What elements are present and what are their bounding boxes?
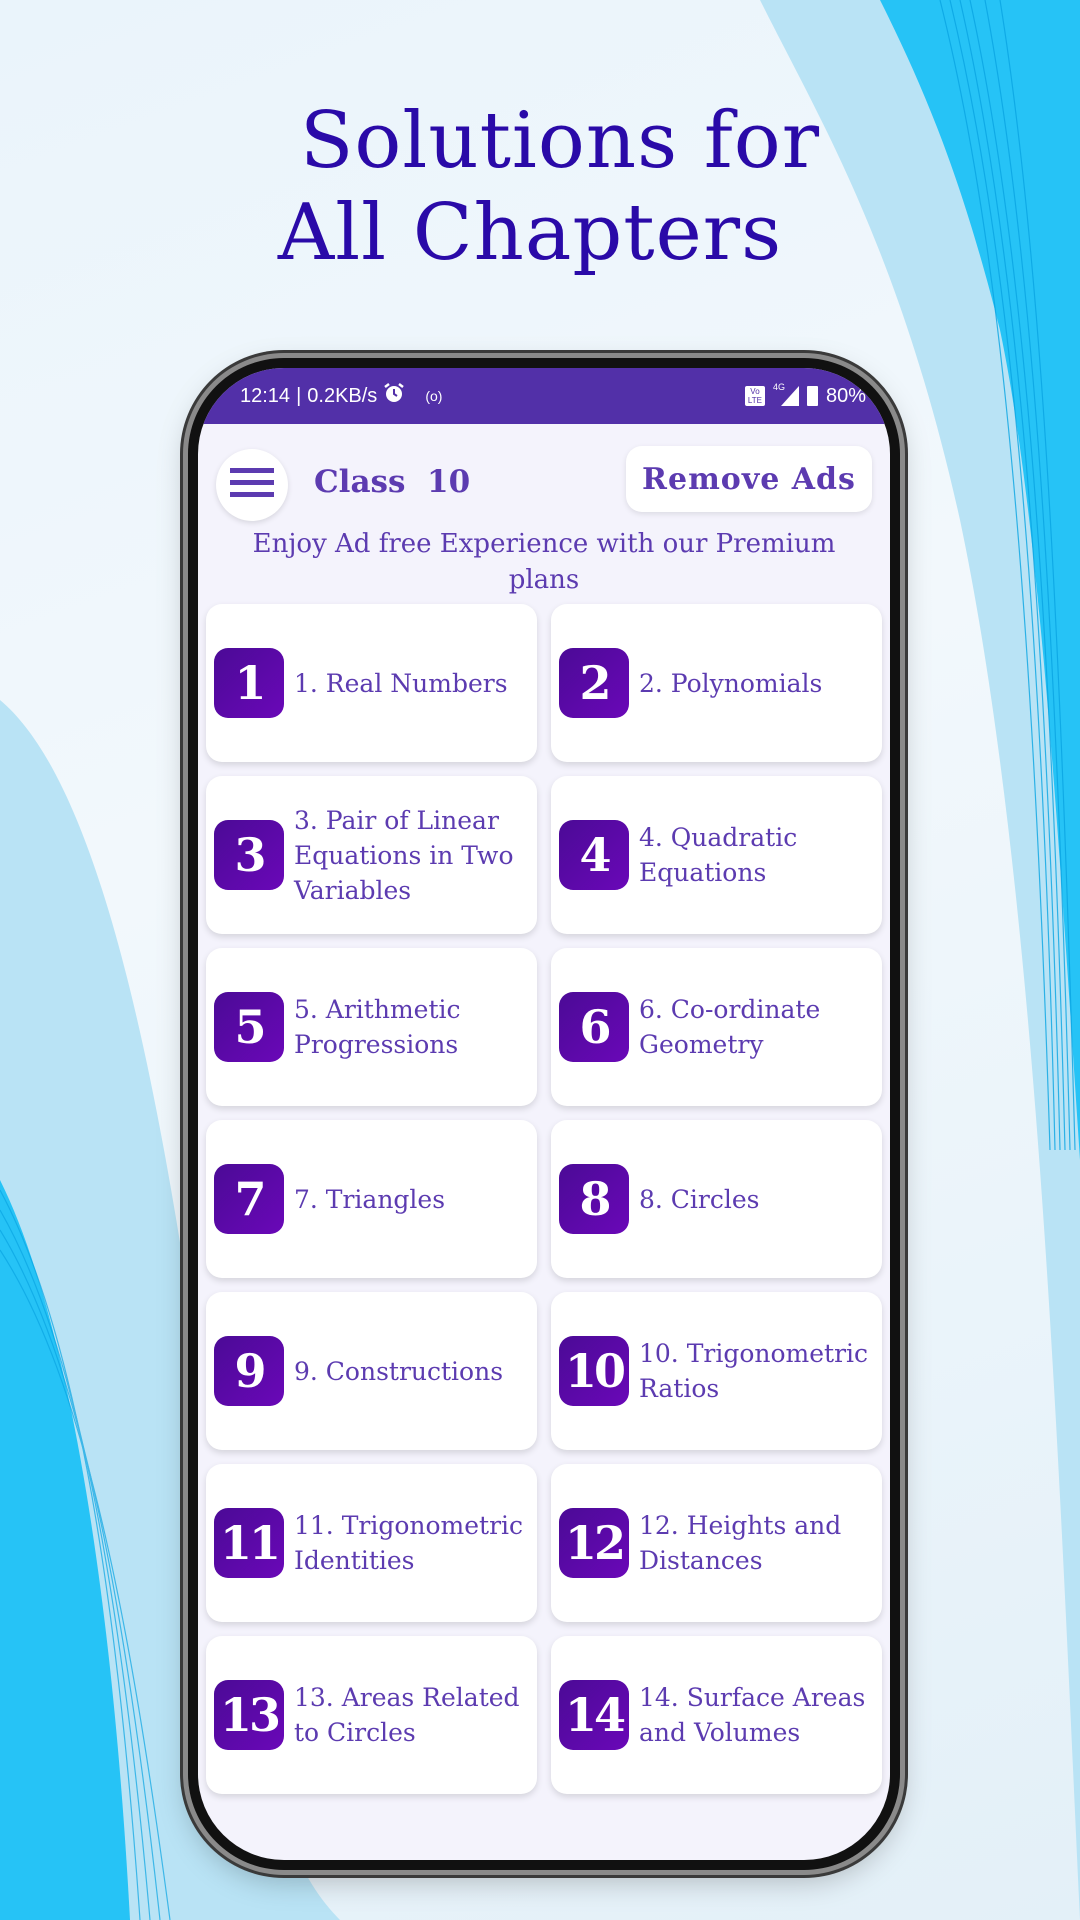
chapter-number-badge: 12 xyxy=(559,1508,629,1578)
chapter-number-badge: 7 xyxy=(214,1164,284,1234)
chapter-grid: 1 1. Real Numbers 2 2. Polynomials 3 3. … xyxy=(206,604,882,1794)
hamburger-menu-icon xyxy=(230,468,274,502)
chapter-title: 2. Polynomials xyxy=(639,668,823,698)
chapter-number-badge: 8 xyxy=(559,1164,629,1234)
chapter-card-3[interactable]: 3 3. Pair of Linear Equations in Two Var… xyxy=(206,776,537,934)
chapter-card-7[interactable]: 7 7. Triangles xyxy=(206,1120,537,1278)
chapter-title: 8. Circles xyxy=(639,1184,760,1214)
status-time: 12:14 xyxy=(240,384,291,407)
phone-side-button-2 xyxy=(180,816,188,964)
chapter-card-14[interactable]: 14 14. Surface Areas and Volumes xyxy=(551,1636,882,1794)
chapter-number-badge: 2 xyxy=(559,648,629,718)
chapter-card-8[interactable]: 8 8. Circles xyxy=(551,1120,882,1278)
chapter-card-10[interactable]: 10 10. Trigonometric Ratios xyxy=(551,1292,882,1450)
status-separator: | xyxy=(296,384,302,407)
chapter-title: 9. Constructions xyxy=(294,1356,504,1386)
chapter-number-badge: 14 xyxy=(559,1680,629,1750)
class-label: Class 10 xyxy=(314,464,471,500)
chapter-card-5[interactable]: 5 5. Arithmetic Progressions xyxy=(206,948,537,1106)
chapter-number-badge: 5 xyxy=(214,992,284,1062)
remove-ads-button[interactable]: Remove Ads xyxy=(626,446,872,512)
chapter-number-badge: 10 xyxy=(559,1336,629,1406)
status-speed: 0.2KB/s xyxy=(307,384,378,407)
chapter-card-12[interactable]: 12 12. Heights and Distances xyxy=(551,1464,882,1622)
chapter-card-6[interactable]: 6 6. Co-ordinate Geometry xyxy=(551,948,882,1106)
chapter-card-1[interactable]: 1 1. Real Numbers xyxy=(206,604,537,762)
chapter-number-badge: 13 xyxy=(214,1680,284,1750)
signal-4g-icon: 4G xyxy=(773,382,799,406)
alarm-icon xyxy=(383,382,405,410)
premium-promo-text: Enjoy Ad free Experience with our Premiu… xyxy=(252,529,836,595)
chapter-card-2[interactable]: 2 2. Polynomials xyxy=(551,604,882,762)
chapter-number-badge: 3 xyxy=(214,820,284,890)
hotspot-icon: (o) xyxy=(425,388,443,404)
chapter-number-badge: 4 xyxy=(559,820,629,890)
chapter-card-13[interactable]: 13 13. Areas Related to Circles xyxy=(206,1636,537,1794)
chapter-title: 4. Quadratic Equations xyxy=(639,823,798,887)
phone-mockup: 12:14 | 0.2KB/s (o) Vo LTE 4G 80% Class … xyxy=(188,358,900,1870)
chapter-number-badge: 9 xyxy=(214,1336,284,1406)
chapter-title: 12. Heights and Distances xyxy=(639,1511,842,1575)
chapter-title: 3. Pair of Linear Equations in Two Varia… xyxy=(294,805,514,905)
volte-icon: Vo LTE xyxy=(744,386,765,406)
chapter-title: 11. Trigonometric Identities xyxy=(294,1511,524,1575)
menu-button[interactable] xyxy=(216,449,288,521)
chapter-title: 7. Triangles xyxy=(294,1184,446,1214)
chapter-card-4[interactable]: 4 4. Quadratic Equations xyxy=(551,776,882,934)
chapter-number-badge: 6 xyxy=(559,992,629,1062)
chapter-title: 14. Surface Areas and Volumes xyxy=(639,1683,866,1747)
phone-side-button-1 xyxy=(180,638,188,786)
chapter-card-9[interactable]: 9 9. Constructions xyxy=(206,1292,537,1450)
battery-percent: 80% xyxy=(825,384,866,407)
status-bar: 12:14 | 0.2KB/s (o) Vo LTE 4G 80% xyxy=(198,368,890,424)
chapter-title: 6. Co-ordinate Geometry xyxy=(639,995,821,1059)
headline-line-2: All Chapters xyxy=(277,188,783,278)
chapter-title: 13. Areas Related to Circles xyxy=(294,1683,520,1747)
chapter-number-badge: 11 xyxy=(214,1508,284,1578)
headline-line-1: Solutions for xyxy=(300,96,820,186)
app-toolbar: Class 10 Remove Ads xyxy=(198,424,890,534)
chapter-title: 5. Arithmetic Progressions xyxy=(294,995,461,1059)
chapter-number-badge: 1 xyxy=(214,648,284,718)
chapter-card-11[interactable]: 11 11. Trigonometric Identities xyxy=(206,1464,537,1622)
phone-screen: 12:14 | 0.2KB/s (o) Vo LTE 4G 80% Class … xyxy=(198,368,890,1860)
chapter-title: 1. Real Numbers xyxy=(294,668,508,698)
promo-headline: Solutions for All Chapters xyxy=(0,95,1080,279)
battery-icon xyxy=(806,386,818,406)
chapter-title: 10. Trigonometric Ratios xyxy=(639,1339,869,1403)
